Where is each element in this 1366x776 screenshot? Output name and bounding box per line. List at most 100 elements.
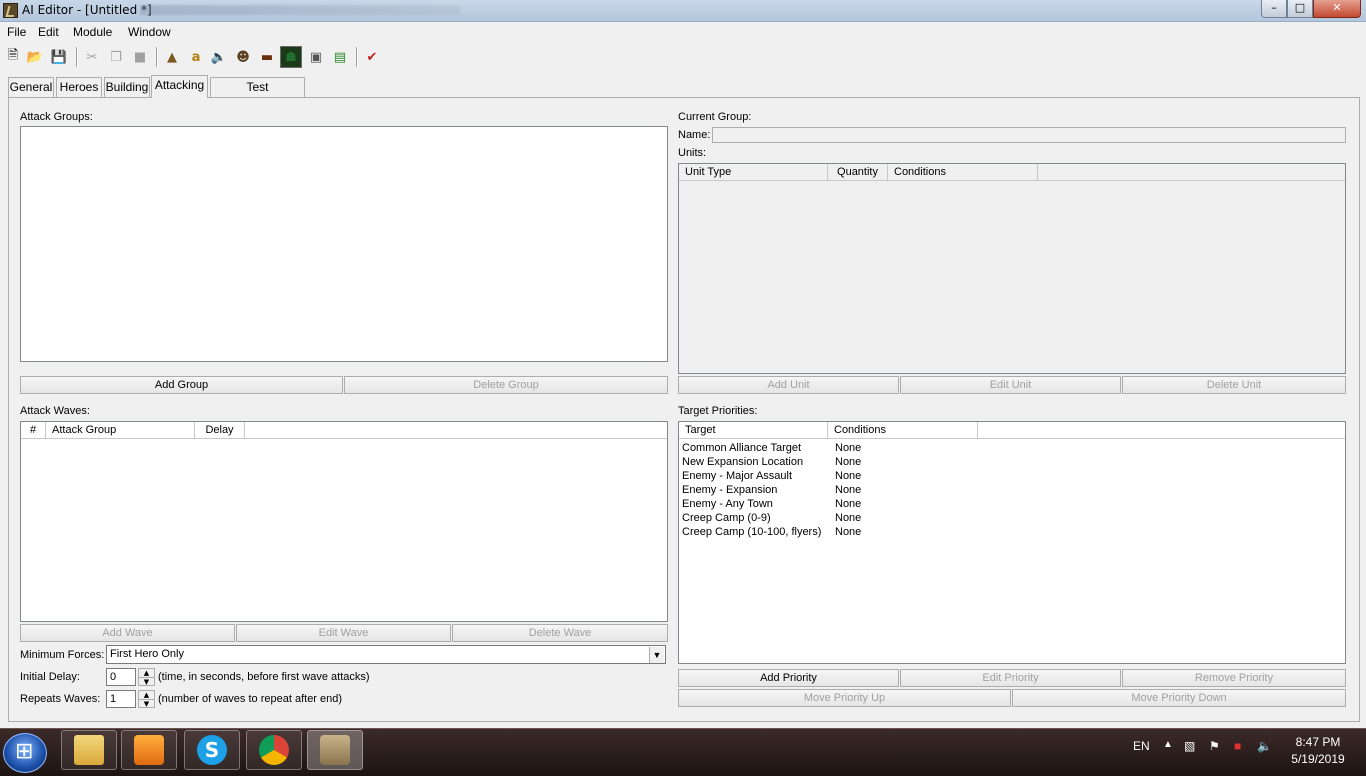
network-icon[interactable]: ▧: [1184, 739, 1195, 753]
delete-wave-button[interactable]: Delete Wave: [452, 624, 668, 642]
tab-building[interactable]: Building: [104, 77, 150, 97]
remove-priority-button[interactable]: Remove Priority: [1122, 669, 1346, 687]
add-priority-button[interactable]: Add Priority: [678, 669, 899, 687]
blurred-path: [140, 5, 460, 15]
taskbar-world-editor[interactable]: [307, 730, 363, 770]
repeat-waves-input[interactable]: 1: [106, 690, 136, 708]
repeat-waves-label: Repeats Waves:: [20, 693, 101, 705]
menu-edit[interactable]: Edit: [38, 25, 59, 39]
tab-attacking[interactable]: Attacking: [151, 75, 208, 98]
column-attack-group[interactable]: Attack Group: [46, 422, 195, 439]
attack-groups-label: Attack Groups:: [20, 111, 93, 123]
start-button[interactable]: [3, 733, 47, 773]
add-unit-button[interactable]: Add Unit: [678, 376, 899, 394]
minimum-forces-select[interactable]: First Hero Only ▼: [106, 645, 666, 664]
column-unit-type[interactable]: Unit Type: [679, 164, 828, 181]
menu-bar: File Edit Module Window: [0, 22, 1366, 42]
column-delay[interactable]: Delay: [195, 422, 245, 439]
attack-waves-label: Attack Waves:: [20, 405, 90, 417]
menu-file[interactable]: File: [7, 25, 26, 39]
attack-waves-table[interactable]: # Attack Group Delay: [20, 421, 668, 622]
import-manager-icon[interactable]: ▣: [305, 46, 327, 68]
test-map-icon[interactable]: ✔: [361, 46, 383, 68]
terrain-editor-icon[interactable]: ▲: [161, 46, 183, 68]
taskbar-media-player[interactable]: [121, 730, 177, 770]
copy-icon[interactable]: ❐: [105, 46, 127, 68]
show-hidden-icons[interactable]: ▲: [1163, 739, 1173, 750]
taskbar-skype[interactable]: S: [184, 730, 240, 770]
menu-window[interactable]: Window: [128, 25, 171, 39]
move-priority-up-button[interactable]: Move Priority Up: [678, 689, 1011, 707]
column-quantity[interactable]: Quantity: [828, 164, 888, 181]
delete-group-button[interactable]: Delete Group: [344, 376, 668, 394]
edit-unit-button[interactable]: Edit Unit: [900, 376, 1121, 394]
close-button[interactable]: ✕: [1313, 0, 1361, 18]
campaign-editor-icon[interactable]: ▬: [256, 46, 278, 68]
new-icon[interactable]: 🗎: [2, 46, 24, 68]
initial-delay-hint: (time, in seconds, before first wave att…: [158, 671, 370, 683]
volume-icon[interactable]: 🔈: [1257, 739, 1272, 753]
edit-priority-button[interactable]: Edit Priority: [900, 669, 1121, 687]
units-label: Units:: [678, 147, 707, 159]
attack-groups-list[interactable]: [20, 126, 668, 362]
clock-time: 8:47 PM: [1295, 735, 1341, 749]
object-editor-icon[interactable]: ☻: [232, 46, 254, 68]
tab-heroes[interactable]: Heroes: [56, 77, 102, 97]
folder-icon: [74, 735, 104, 765]
clock[interactable]: 8:47 PM 5/19/2019: [1285, 734, 1351, 768]
object-manager-icon[interactable]: ▤: [329, 46, 351, 68]
action-center-flag-icon[interactable]: ⚑: [1209, 739, 1220, 753]
app-icon[interactable]: [3, 3, 18, 18]
minimum-forces-label: Minimum Forces:: [20, 649, 105, 661]
toolbar: 🗎 📂 💾 ✂ ❐ ■ ▲ a 🔈 ☻ ▬ ☗ ▣ ▤ ✔: [0, 44, 1366, 70]
chrome-icon: [259, 735, 289, 765]
column-target[interactable]: Target: [679, 422, 828, 439]
maximize-button[interactable]: □: [1287, 0, 1313, 18]
minimum-forces-value: First Hero Only: [110, 648, 184, 660]
group-name-field[interactable]: [712, 127, 1346, 143]
paste-icon[interactable]: ■: [129, 46, 151, 68]
menu-module[interactable]: Module: [73, 25, 112, 39]
move-priority-down-button[interactable]: Move Priority Down: [1012, 689, 1346, 707]
save-icon[interactable]: 💾: [48, 46, 70, 68]
column-filler: [978, 422, 1345, 439]
window-title: AI Editor - [Untitled *]: [22, 3, 152, 17]
repeat-waves-spinner[interactable]: ▲ ▼: [138, 690, 155, 708]
column-number[interactable]: #: [21, 422, 46, 439]
delete-unit-button[interactable]: Delete Unit: [1122, 376, 1346, 394]
power-icon[interactable]: ■: [1234, 739, 1241, 753]
skype-icon: S: [197, 735, 227, 765]
trigger-editor-icon[interactable]: a: [185, 46, 207, 68]
current-group-label: Current Group:: [678, 111, 752, 123]
initial-delay-label: Initial Delay:: [20, 671, 80, 683]
column-conditions[interactable]: Conditions: [888, 164, 1038, 181]
language-indicator[interactable]: EN: [1133, 739, 1150, 753]
column-conditions[interactable]: Conditions: [828, 422, 978, 439]
edit-wave-button[interactable]: Edit Wave: [236, 624, 451, 642]
cut-icon[interactable]: ✂: [81, 46, 103, 68]
toolbar-separator: [156, 47, 158, 67]
repeat-waves-hint: (number of waves to repeat after end): [158, 693, 343, 705]
initial-delay-input[interactable]: 0: [106, 668, 136, 686]
initial-delay-spinner[interactable]: ▲ ▼: [138, 668, 155, 686]
tab-general[interactable]: General: [8, 77, 54, 97]
target-priorities-table[interactable]: Target Conditions Common Alliance Target…: [678, 421, 1346, 664]
add-wave-button[interactable]: Add Wave: [20, 624, 235, 642]
spin-up-icon[interactable]: ▲: [139, 691, 154, 699]
chevron-down-icon[interactable]: ▼: [649, 647, 664, 663]
target-priorities-label: Target Priorities:: [678, 405, 758, 417]
units-table[interactable]: Unit Type Quantity Conditions: [678, 163, 1346, 374]
toolbar-separator: [76, 47, 78, 67]
spin-down-icon[interactable]: ▼: [139, 677, 154, 686]
sound-editor-icon[interactable]: 🔈: [208, 46, 230, 68]
taskbar-chrome[interactable]: [246, 730, 302, 770]
minimize-button[interactable]: –: [1261, 0, 1287, 18]
spin-up-icon[interactable]: ▲: [139, 669, 154, 677]
ai-editor-icon[interactable]: ☗: [280, 46, 302, 68]
media-player-icon: [134, 735, 164, 765]
taskbar-file-explorer[interactable]: [61, 730, 117, 770]
spin-down-icon[interactable]: ▼: [139, 699, 154, 708]
tab-test-configuration[interactable]: Test Configuration: [210, 77, 305, 112]
add-group-button[interactable]: Add Group: [20, 376, 343, 394]
open-icon[interactable]: 📂: [24, 46, 46, 68]
